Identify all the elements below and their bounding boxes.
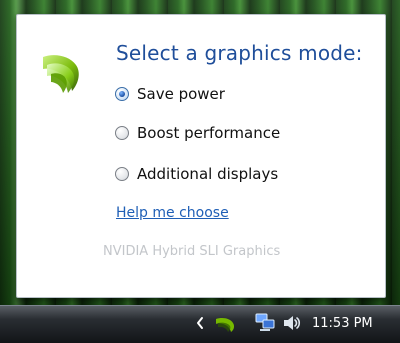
radio-additional-displays[interactable]: Additional displays <box>115 163 278 185</box>
nvidia-hybrid-sli-footer: NVIDIA Hybrid SLI Graphics <box>103 244 281 259</box>
radio-label-save-power: Save power <box>137 85 225 103</box>
nvidia-logo-icon <box>43 55 79 93</box>
radio-boost-performance[interactable]: Boost performance <box>115 122 280 144</box>
radio-button-selected[interactable] <box>115 87 129 101</box>
graphics-mode-popup: Select a graphics mode: Save power Boost… <box>16 14 386 298</box>
radio-button[interactable] <box>115 167 129 181</box>
taskbar: 11:53 PM <box>0 305 400 343</box>
radio-save-power[interactable]: Save power <box>115 83 225 105</box>
radio-label-boost-performance: Boost performance <box>137 124 281 142</box>
popup-title: Select a graphics mode: <box>116 41 363 65</box>
radio-button[interactable] <box>115 126 129 140</box>
radio-label-additional-displays: Additional displays <box>137 165 279 183</box>
taskbar-clock[interactable]: 11:53 PM <box>312 316 373 331</box>
volume-icon[interactable] <box>281 311 303 335</box>
help-me-choose-link[interactable]: Help me choose <box>116 205 229 221</box>
nvidia-tray-icon[interactable] <box>214 312 236 334</box>
show-hidden-icons-chevron-icon[interactable] <box>194 313 206 333</box>
network-icon[interactable] <box>254 311 276 335</box>
